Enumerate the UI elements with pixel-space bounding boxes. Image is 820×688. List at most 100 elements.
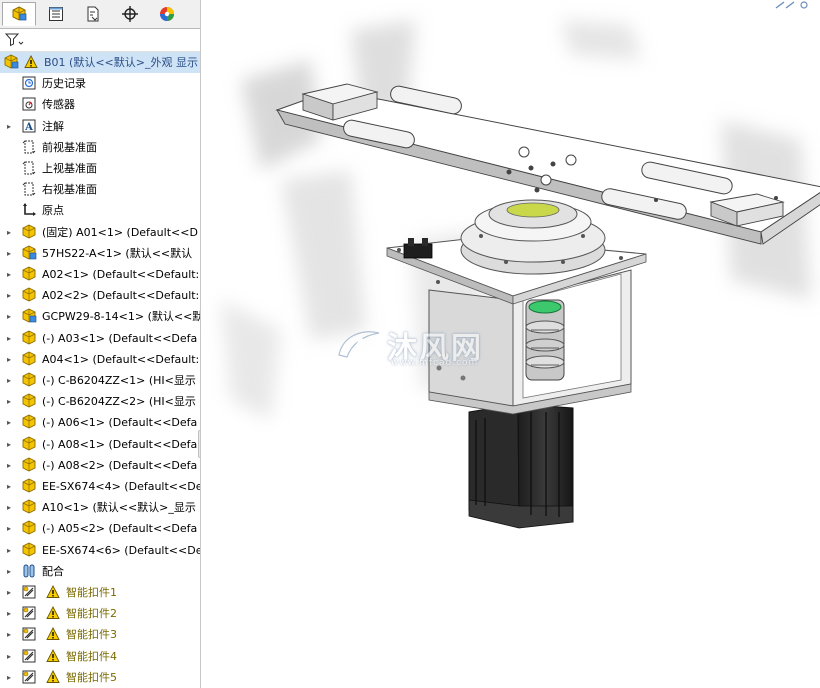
- expand-arrow-icon[interactable]: ▸: [5, 264, 13, 285]
- expand-arrow-icon[interactable]: ▸: [5, 434, 13, 455]
- tree-item[interactable]: ▸ 智能扣件3: [0, 624, 200, 645]
- expand-arrow-icon[interactable]: ▸: [5, 243, 13, 264]
- tree-item[interactable]: ▸ A04<1> (Default<<Default:: [0, 349, 200, 370]
- tree-item[interactable]: ▸ (-) A06<1> (Default<<Defa: [0, 412, 200, 433]
- tree-item[interactable]: ▸ 57HS22-A<1> (默认<<默认: [0, 243, 200, 264]
- tree-item[interactable]: ▸ 智能扣件2: [0, 603, 200, 624]
- expand-arrow-icon[interactable]: ▸: [5, 328, 13, 349]
- tree-item[interactable]: ▸ (-) A08<2> (Default<<Defa: [0, 455, 200, 476]
- tree-item[interactable]: ▸ 智能扣件4: [0, 646, 200, 667]
- tab-feature-manager[interactable]: [2, 2, 36, 26]
- tree-item[interactable]: 传感器: [0, 94, 200, 115]
- tree-item[interactable]: ▸ 配合: [0, 561, 200, 582]
- tree-item-label: A02<2> (Default<<Default:: [42, 289, 200, 302]
- expand-arrow-icon[interactable]: ▸: [5, 497, 13, 518]
- part-icon: [22, 499, 36, 514]
- watermark-url: www.mfcad.com: [391, 358, 479, 368]
- tree-item[interactable]: ▸ A10<1> (默认<<默认>_显示: [0, 497, 200, 518]
- warning-icon: [46, 585, 60, 598]
- expand-arrow-icon[interactable]: ▸: [5, 476, 13, 497]
- tree-item[interactable]: ▸ (-) A03<1> (Default<<Defa: [0, 328, 200, 349]
- part-icon: [22, 266, 36, 281]
- tree-item-label: EE-SX674<4> (Default<<De: [42, 480, 200, 493]
- graphics-viewport[interactable]: 沐风网 www.mfcad.com: [201, 0, 820, 688]
- part-icon: [22, 393, 36, 408]
- view-orientation-icon[interactable]: [772, 0, 816, 10]
- expand-arrow-icon[interactable]: ▸: [5, 582, 13, 603]
- filter-icon[interactable]: [4, 32, 24, 47]
- tree-item[interactable]: ▸ A 注解: [0, 116, 200, 137]
- expand-arrow-icon[interactable]: ▸: [5, 518, 13, 539]
- tree-root-assembly[interactable]: B01 (默认<<默认>_外观 显示: [0, 52, 200, 73]
- tree-item[interactable]: ▸ (-) A08<1> (Default<<Defa: [0, 434, 200, 455]
- smart-fastener-icon: [22, 585, 36, 599]
- tree-item-label: A02<1> (Default<<Default:: [42, 268, 200, 281]
- tree-item[interactable]: ▸ (固定) A01<1> (Default<<D: [0, 222, 200, 243]
- tree-item[interactable]: ▸ EE-SX674<6> (Default<<De: [0, 540, 200, 561]
- part-icon: [22, 478, 36, 493]
- expand-arrow-icon[interactable]: ▸: [5, 624, 13, 645]
- tree-item-label: 智能扣件5: [66, 671, 117, 684]
- expand-arrow-icon[interactable]: ▸: [5, 370, 13, 391]
- expand-arrow-icon[interactable]: ▸: [5, 116, 13, 137]
- expand-arrow-icon[interactable]: ▸: [5, 391, 13, 412]
- subassembly-icon: [22, 245, 37, 260]
- subassembly-icon: [22, 308, 37, 323]
- part-icon: [22, 330, 36, 345]
- tree-item[interactable]: ▸ A02<1> (Default<<Default:: [0, 264, 200, 285]
- tree-item-label: 智能扣件1: [66, 586, 117, 599]
- manager-tabs: [0, 0, 200, 29]
- expand-arrow-icon[interactable]: ▸: [5, 561, 13, 582]
- plane-icon: [22, 182, 36, 196]
- tab-configuration-manager[interactable]: [76, 2, 110, 26]
- tree-item[interactable]: ▸ (-) C-B6204ZZ<1> (HI<显示: [0, 370, 200, 391]
- tree-item[interactable]: ▸ (-) A05<2> (Default<<Defa: [0, 518, 200, 539]
- mates-icon: [23, 564, 35, 578]
- tree-item[interactable]: ▸ EE-SX674<4> (Default<<De: [0, 476, 200, 497]
- list-icon: [49, 7, 63, 21]
- expand-arrow-icon[interactable]: ▸: [5, 222, 13, 243]
- tree-item-label: 前视基准面: [42, 141, 97, 154]
- tree-item[interactable]: ▸ 智能扣件1: [0, 582, 200, 603]
- tree-item-label: 配合: [42, 565, 64, 578]
- shaft-coupling: [525, 299, 565, 381]
- part-icon: [22, 436, 36, 451]
- tree-item-label: 智能扣件4: [66, 650, 117, 663]
- tree-item-label: 注解: [42, 120, 64, 133]
- expand-arrow-icon[interactable]: ▸: [5, 349, 13, 370]
- tree-item[interactable]: ▸ (-) C-B6204ZZ<2> (HI<显示: [0, 391, 200, 412]
- expand-arrow-icon[interactable]: ▸: [5, 603, 13, 624]
- expand-arrow-icon[interactable]: ▸: [5, 455, 13, 476]
- tab-property-manager[interactable]: [39, 2, 73, 26]
- assembly-icon: [4, 54, 19, 69]
- tree-item[interactable]: 上视基准面: [0, 158, 200, 179]
- crosshair-icon: [122, 6, 138, 22]
- tree-item[interactable]: ▸ 智能扣件5: [0, 667, 200, 688]
- tree-item-label: 右视基准面: [42, 183, 97, 196]
- tree-item[interactable]: 前视基准面: [0, 137, 200, 158]
- tree-item-label: 57HS22-A<1> (默认<<默认: [42, 247, 193, 260]
- tree-item[interactable]: 右视基准面: [0, 179, 200, 200]
- tree-item[interactable]: 历史记录: [0, 73, 200, 94]
- tree-item[interactable]: 原点: [0, 200, 200, 221]
- expand-arrow-icon[interactable]: ▸: [5, 667, 13, 688]
- tree-item-label: A04<1> (Default<<Default:: [42, 353, 200, 366]
- history-icon: [22, 76, 36, 90]
- tree-item-label: 智能扣件2: [66, 607, 117, 620]
- expand-arrow-icon[interactable]: ▸: [5, 646, 13, 667]
- tree-item-label: (-) A06<1> (Default<<Defa: [42, 416, 198, 429]
- model-render: [221, 20, 820, 529]
- tree-item[interactable]: ▸ GCPW29-8-14<1> (默认<<默: [0, 306, 200, 327]
- part-icon: [22, 351, 36, 366]
- tab-dimxpert-manager[interactable]: [113, 2, 147, 26]
- expand-arrow-icon[interactable]: ▸: [5, 412, 13, 433]
- expand-arrow-icon[interactable]: ▸: [5, 540, 13, 561]
- tab-display-manager[interactable]: [150, 2, 184, 26]
- expand-arrow-icon[interactable]: ▸: [5, 285, 13, 306]
- watermark-logo-icon: [338, 331, 380, 358]
- warning-icon: [24, 55, 38, 68]
- expand-arrow-icon[interactable]: ▸: [5, 306, 13, 327]
- tree-item-label: A10<1> (默认<<默认>_显示: [42, 501, 196, 514]
- smart-fastener-icon: [22, 627, 36, 641]
- tree-item[interactable]: ▸ A02<2> (Default<<Default:: [0, 285, 200, 306]
